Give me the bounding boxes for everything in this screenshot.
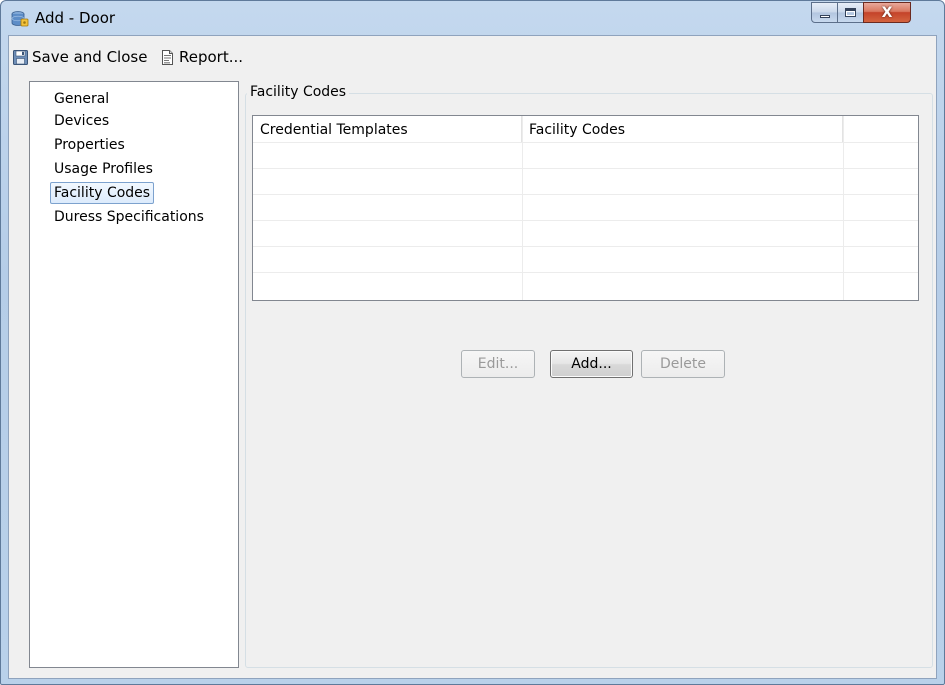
table-row[interactable] <box>253 142 918 168</box>
close-icon: X <box>881 4 893 21</box>
table-row[interactable] <box>253 246 918 272</box>
table-row[interactable] <box>253 194 918 220</box>
facility-codes-panel: Facility Codes Credential Templates Faci… <box>245 81 933 668</box>
column-header-facility-codes[interactable]: Facility Codes <box>522 116 843 142</box>
edit-button[interactable]: Edit... <box>461 350 535 378</box>
grid-header: Credential Templates Facility Codes <box>253 116 918 142</box>
grid-body <box>253 142 918 300</box>
nav-item-properties[interactable]: Properties <box>50 134 129 156</box>
maximize-button[interactable] <box>837 2 864 23</box>
minimize-icon <box>819 15 830 18</box>
maximize-icon <box>845 8 856 17</box>
facility-codes-grid[interactable]: Credential Templates Facility Codes <box>252 115 919 301</box>
toolbar: Save and Close Report... <box>9 36 936 72</box>
report-button[interactable]: Report... <box>160 47 243 67</box>
title-bar[interactable]: Add - Door X <box>1 1 944 35</box>
nav-item-usage-profiles[interactable]: Usage Profiles <box>50 158 157 180</box>
database-key-icon <box>11 11 29 27</box>
table-row[interactable] <box>253 168 918 194</box>
table-row[interactable] <box>253 272 918 298</box>
window-title: Add - Door <box>35 9 116 27</box>
nav-item-facility-codes[interactable]: Facility Codes <box>50 182 155 204</box>
app-window: Add - Door X Save and Close Report... Ge… <box>0 0 945 685</box>
column-header-credential-templates[interactable]: Credential Templates <box>253 116 522 142</box>
save-and-close-button[interactable]: Save and Close <box>13 47 147 67</box>
report-document-icon <box>162 49 173 65</box>
delete-button[interactable]: Delete <box>641 350 725 378</box>
nav-item-general[interactable]: General <box>50 88 113 110</box>
column-divider <box>843 116 844 300</box>
group-title: Facility Codes <box>247 83 350 101</box>
report-label: Report... <box>179 48 244 66</box>
nav-item-duress-specifications[interactable]: Duress Specifications <box>50 206 208 228</box>
nav-item-devices[interactable]: Devices <box>50 110 113 132</box>
navigation-list: General Devices Properties Usage Profile… <box>29 81 239 668</box>
window-client-area: Save and Close Report... General Devices… <box>8 35 937 679</box>
save-and-close-label: Save and Close <box>32 48 148 66</box>
floppy-disk-icon <box>13 49 28 65</box>
minimize-button[interactable] <box>811 2 838 23</box>
column-header-filler <box>843 116 918 142</box>
column-divider <box>522 116 523 300</box>
close-button[interactable]: X <box>863 2 911 23</box>
table-row[interactable] <box>253 220 918 246</box>
add-button[interactable]: Add... <box>550 350 633 378</box>
